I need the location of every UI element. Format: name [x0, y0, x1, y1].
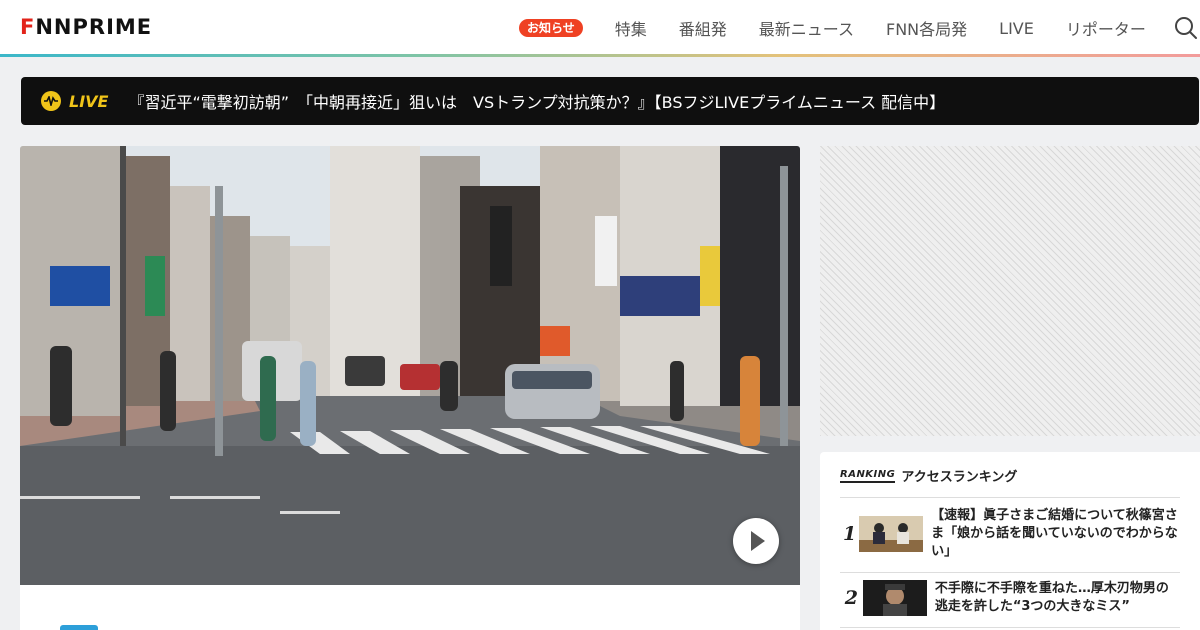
nav-item-live[interactable]: LIVE: [999, 19, 1034, 38]
nav-item-reporters[interactable]: リポーター: [1066, 16, 1146, 40]
ranking-divider: [840, 627, 1180, 628]
article-category-tag: [60, 625, 98, 630]
ranking-title[interactable]: 【速報】眞子さまご結婚について秋篠宮さま「娘から話を聞いていないのでわからない」: [931, 507, 1180, 561]
street-scene-image: [20, 146, 800, 585]
ranking-divider: [840, 572, 1180, 573]
live-headline[interactable]: 『習近平“電撃初訪朝” 「中朝再接近」狙いは VSトランプ対抗策か？』【BSフジ…: [128, 89, 945, 113]
rank-number: 1: [842, 523, 857, 545]
ranking-panel: RANKING アクセスランキング 1 【速報】眞子さまご結婚について秋篠宮さま…: [820, 452, 1200, 630]
advertisement-slot: [820, 146, 1200, 436]
ranking-thumbnail[interactable]: [859, 516, 924, 552]
ranking-divider: [840, 497, 1180, 498]
ranking-item-2[interactable]: 2 不手際に不手際を重ねた…厚木刃物男の逃走を許した“3つの大きなミス”: [840, 580, 1180, 616]
live-banner[interactable]: LIVE 『習近平“電撃初訪朝” 「中朝再接近」狙いは VSトランプ対抗策か？』…: [21, 77, 1199, 125]
video-player[interactable]: [20, 146, 800, 585]
site-header: F NN PRIME お知らせ 特集 番組発 最新ニュース FNN各局発 LIVE…: [0, 0, 1200, 54]
ranking-item-1[interactable]: 1 【速報】眞子さまご結婚について秋篠宮さま「娘から話を聞いていないのでわからな…: [840, 507, 1180, 561]
search-icon[interactable]: [1174, 16, 1198, 40]
nav-item-latest-news[interactable]: 最新ニュース: [759, 16, 854, 40]
live-wave-icon: [41, 91, 61, 111]
nav-item-fnn-stations[interactable]: FNN各局発: [886, 16, 967, 40]
nav-item-programs[interactable]: 番組発: [679, 16, 727, 40]
ranking-label-en: RANKING: [840, 469, 896, 483]
ranking-thumbnail[interactable]: [862, 580, 927, 616]
fnn-prime-logo[interactable]: F NN PRIME: [20, 15, 152, 39]
header-accent-line: [0, 54, 1200, 57]
ranking-title[interactable]: 不手際に不手際を重ねた…厚木刃物男の逃走を許した“3つの大きなミス”: [935, 580, 1180, 616]
main-nav: お知らせ 特集 番組発 最新ニュース FNN各局発 LIVE リポーター: [519, 16, 1178, 40]
play-button[interactable]: [733, 518, 779, 564]
notice-badge[interactable]: お知らせ: [519, 19, 583, 37]
rank-number: 2: [844, 587, 859, 609]
nav-item-feature[interactable]: 特集: [615, 16, 647, 40]
article-card: [20, 585, 800, 630]
ranking-label: アクセスランキング: [901, 470, 1018, 485]
live-label: LIVE: [69, 91, 109, 111]
ranking-heading: RANKING アクセスランキング: [840, 466, 1017, 485]
